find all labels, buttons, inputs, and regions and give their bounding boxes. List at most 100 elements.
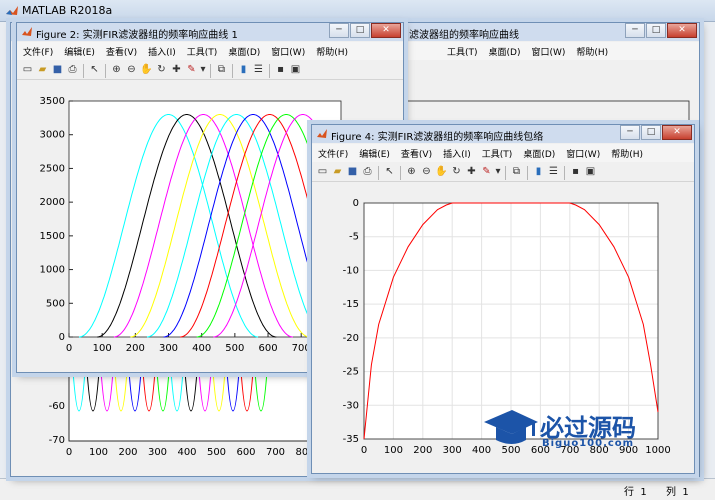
- menu-tools[interactable]: 工具(T): [476, 144, 518, 162]
- link-icon[interactable]: ⧉: [215, 64, 228, 77]
- y-tick-label: 1000: [40, 265, 65, 276]
- colorbar-icon[interactable]: ▮: [237, 64, 250, 77]
- rotate-icon[interactable]: ↻: [155, 64, 168, 77]
- rotate-icon[interactable]: ↻: [450, 166, 463, 179]
- legend-icon[interactable]: ☰: [252, 64, 265, 77]
- new-figure-icon[interactable]: ▭: [316, 166, 329, 179]
- close-button[interactable]: ✕: [662, 125, 692, 140]
- x-tick-label: 100: [384, 445, 403, 456]
- main-status-bar: 行 1 列 1: [0, 478, 715, 500]
- brush-icon[interactable]: ✎: [185, 64, 198, 77]
- zoom-in-icon[interactable]: ⊕: [405, 166, 418, 179]
- x-tick-label: 700: [266, 447, 285, 458]
- open-icon[interactable]: ▰: [331, 166, 344, 179]
- brush-dropdown-icon[interactable]: ▾: [200, 64, 206, 77]
- x-tick-label: 300: [159, 343, 178, 354]
- show-plot-tools-icon[interactable]: ▣: [584, 166, 597, 179]
- menu-insert[interactable]: 插入(I): [142, 42, 181, 60]
- legend-icon[interactable]: ☰: [547, 166, 560, 179]
- x-tick-label: 400: [192, 343, 211, 354]
- pointer-icon[interactable]: ↖: [88, 64, 101, 77]
- menu-item[interactable]: 工具(T): [441, 42, 483, 60]
- y-tick-label: -70: [49, 435, 65, 446]
- open-icon[interactable]: ▰: [36, 64, 49, 77]
- zoom-out-icon[interactable]: ⊖: [125, 64, 138, 77]
- figure2-titlebar[interactable]: Figure 2: 实测FIR滤波器组的频率响应曲线 1 ─ □ ✕: [17, 23, 403, 41]
- save-icon[interactable]: ■: [346, 166, 359, 179]
- menu-file[interactable]: 文件(F): [312, 144, 353, 162]
- watermark-badge: 必过源码 Biguo100.com: [480, 400, 680, 460]
- menu-item[interactable]: 桌面(D): [483, 42, 526, 60]
- menu-window[interactable]: 窗口(W): [265, 42, 310, 60]
- minimize-button[interactable]: ─: [329, 23, 349, 38]
- data-cursor-icon[interactable]: ✚: [170, 64, 183, 77]
- x-tick-label: 500: [207, 447, 226, 458]
- menu-help[interactable]: 帮助(H): [605, 144, 648, 162]
- y-tick-label: 0: [59, 332, 65, 343]
- maximize-button[interactable]: □: [641, 125, 661, 140]
- pan-icon[interactable]: ✋: [435, 166, 448, 179]
- menu-insert[interactable]: 插入(I): [437, 144, 476, 162]
- toolbar-separator: [564, 166, 565, 180]
- y-tick-label: -20: [343, 333, 359, 344]
- menu-view[interactable]: 查看(V): [100, 42, 142, 60]
- menu-edit[interactable]: 编辑(E): [353, 144, 395, 162]
- figure2-toolbar: ▭ ▰ ■ ⎙ ↖ ⊕ ⊖ ✋ ↻ ✚ ✎ ▾ ⧉ ▮ ☰ ▪ ▣: [17, 61, 403, 80]
- link-icon[interactable]: ⧉: [510, 166, 523, 179]
- zoom-out-icon[interactable]: ⊖: [420, 166, 433, 179]
- toolbar-separator: [400, 166, 401, 180]
- menu-desktop[interactable]: 桌面(D): [222, 42, 265, 60]
- matlab-logo-icon: [6, 6, 18, 15]
- show-plot-tools-icon[interactable]: ▣: [289, 64, 302, 77]
- x-tick-label: 200: [118, 447, 137, 458]
- save-icon[interactable]: ■: [51, 64, 64, 77]
- hide-plot-tools-icon[interactable]: ▪: [274, 64, 287, 77]
- brush-icon[interactable]: ✎: [480, 166, 493, 179]
- menu-desktop[interactable]: 桌面(D): [517, 144, 560, 162]
- menu-window[interactable]: 窗口(W): [560, 144, 605, 162]
- minimize-button[interactable]: ─: [625, 23, 645, 38]
- x-tick-label: 300: [443, 445, 462, 456]
- figure4-titlebar[interactable]: Figure 4: 实测FIR滤波器组的频率响应曲线包络 ─ □ ✕: [312, 125, 694, 143]
- close-button[interactable]: ✕: [371, 23, 401, 38]
- x-tick-label: 400: [177, 447, 196, 458]
- x-tick-label: 200: [126, 343, 145, 354]
- pointer-icon[interactable]: ↖: [383, 166, 396, 179]
- menu-tools[interactable]: 工具(T): [181, 42, 223, 60]
- figure2-title: Figure 2: 实测FIR滤波器组的频率响应曲线 1: [36, 30, 238, 41]
- figure4-toolbar: ▭ ▰ ■ ⎙ ↖ ⊕ ⊖ ✋ ↻ ✚ ✎ ▾ ⧉ ▮ ☰ ▪ ▣: [312, 163, 694, 182]
- x-tick-label: 0: [361, 445, 367, 456]
- brush-dropdown-icon[interactable]: ▾: [495, 166, 501, 179]
- y-tick-label: -25: [343, 367, 359, 378]
- x-tick-label: 700: [292, 343, 311, 354]
- menu-help[interactable]: 帮助(H): [310, 42, 353, 60]
- figure4-window-controls: ─ □ ✕: [619, 125, 692, 141]
- main-title: MATLAB R2018a: [22, 4, 113, 17]
- zoom-in-icon[interactable]: ⊕: [110, 64, 123, 77]
- hide-plot-tools-icon[interactable]: ▪: [569, 166, 582, 179]
- maximize-button[interactable]: □: [646, 23, 666, 38]
- pan-icon[interactable]: ✋: [140, 64, 153, 77]
- colorbar-icon[interactable]: ▮: [532, 166, 545, 179]
- print-icon[interactable]: ⎙: [361, 166, 374, 179]
- close-button[interactable]: ✕: [667, 23, 697, 38]
- x-tick-label: 200: [413, 445, 432, 456]
- new-figure-icon[interactable]: ▭: [21, 64, 34, 77]
- toolbar-separator: [83, 64, 84, 78]
- menu-item[interactable]: 帮助(H): [570, 42, 613, 60]
- menu-item[interactable]: 窗口(W): [525, 42, 570, 60]
- menu-file[interactable]: 文件(F): [17, 42, 58, 60]
- x-tick-label: 0: [66, 343, 72, 354]
- y-tick-label: -5: [349, 232, 359, 243]
- data-cursor-icon[interactable]: ✚: [465, 166, 478, 179]
- x-tick-label: 100: [89, 447, 108, 458]
- toolbar-separator: [269, 64, 270, 78]
- menu-edit[interactable]: 编辑(E): [58, 42, 100, 60]
- maximize-button[interactable]: □: [350, 23, 370, 38]
- print-icon[interactable]: ⎙: [66, 64, 79, 77]
- watermark-url: Biguo100.com: [542, 438, 635, 449]
- y-tick-label: 1500: [40, 231, 65, 242]
- x-tick-label: 100: [93, 343, 112, 354]
- minimize-button[interactable]: ─: [620, 125, 640, 140]
- menu-view[interactable]: 查看(V): [395, 144, 437, 162]
